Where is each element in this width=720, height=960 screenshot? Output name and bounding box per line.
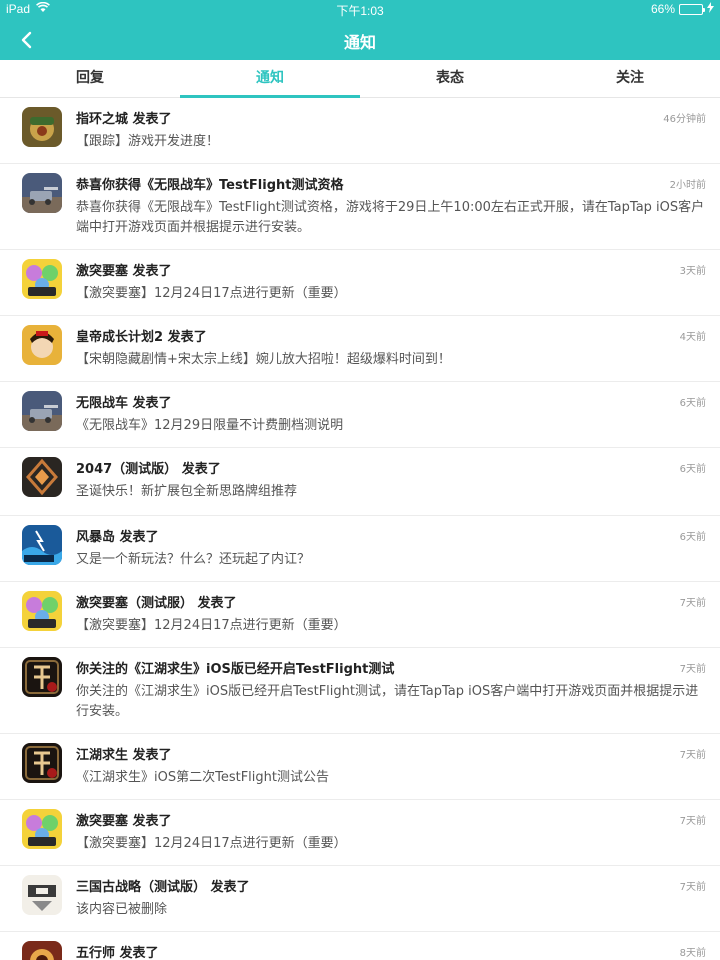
notification-title: 风暴岛 发表了 (76, 530, 159, 545)
notification-item[interactable]: 无限战车 发表了 6天前 《无限战车》12月29日限量不计费删档测说明 (0, 382, 720, 448)
notification-item[interactable]: 2047（测试版） 发表了 6天前 圣诞快乐！新扩展包全新思路牌组推荐 (0, 448, 720, 516)
infinite-tank-game-icon (22, 173, 62, 213)
tab-notifications[interactable]: 通知 (180, 60, 360, 98)
notification-time: 7天前 (679, 750, 706, 761)
page-title: 通知 (343, 33, 376, 52)
notification-body: 圣诞快乐！新扩展包全新思路牌组推荐 (76, 484, 298, 499)
notification-item[interactable]: 皇帝成长计划2 发表了 4天前 【宋朝隐藏剧情+宋太宗上线】婉儿放大招啦！超级爆… (0, 316, 720, 382)
notification-item[interactable]: 激突要塞 发表了 3天前 【激突要塞】12月24日17点进行更新（重要） (0, 250, 720, 316)
notification-body: 【激突要塞】12月24日17点进行更新（重要） (76, 618, 347, 633)
notification-body: 《无限战车》12月29日限量不计费删档测说明 (76, 418, 344, 433)
notification-body: 该内容已被删除 (76, 902, 168, 917)
notification-time: 4天前 (679, 332, 706, 343)
notification-time: 8天前 (679, 948, 706, 959)
notification-time: 6天前 (679, 532, 706, 543)
tab-following[interactable]: 关注 (540, 60, 720, 97)
jianghu-survival-game-icon (22, 743, 62, 783)
notification-item[interactable]: 激突要塞 发表了 7天前 【激突要塞】12月24日17点进行更新（重要） (0, 800, 720, 866)
status-bar: iPad 下午1:03 66% (0, 0, 720, 20)
notification-item[interactable]: 三国古战略（测试版） 发表了 7天前 该内容已被删除 (0, 866, 720, 932)
notification-body: 又是一个新玩法？什么？还玩起了内讧？ (76, 552, 311, 567)
gekitotsu-fortress-game-icon (22, 809, 62, 849)
notification-item[interactable]: 五行师 发表了 8天前 (0, 932, 720, 960)
emperor-growth-game-icon (22, 325, 62, 365)
notification-title: 江湖求生 发表了 (76, 748, 172, 763)
notification-title: 恭喜你获得《无限战车》TestFlight测试资格 (76, 178, 344, 193)
navigation-bar: 通知 (0, 20, 720, 60)
notification-body: 【激突要塞】12月24日17点进行更新（重要） (76, 286, 347, 301)
notification-item[interactable]: 风暴岛 发表了 6天前 又是一个新玩法？什么？还玩起了内讧？ (0, 516, 720, 582)
notification-title: 激突要塞 发表了 (76, 264, 172, 279)
infinite-tank-game-icon (22, 391, 62, 431)
notification-body: 恭喜你获得《无限战车》TestFlight测试资格，游戏将于29日上午10:00… (76, 200, 705, 235)
notification-body: 【激突要塞】12月24日17点进行更新（重要） (76, 836, 347, 851)
notification-title: 指环之城 发表了 (76, 112, 172, 127)
notification-body: 《江湖求生》iOS第二次TestFlight测试公告 (76, 770, 329, 785)
three-kingdoms-game-icon (22, 875, 62, 915)
notification-title: 三国古战略（测试版） 发表了 (76, 880, 250, 895)
notification-list: 指环之城 发表了 46分钟前 【跟踪】游戏开发进度！ 恭喜你获得《无限战车》Te… (0, 98, 720, 960)
gekitotsu-fortress-game-icon (22, 259, 62, 299)
notification-title: 你关注的《江湖求生》iOS版已经开启TestFlight测试 (76, 662, 395, 677)
notification-time: 6天前 (679, 464, 706, 475)
notification-item[interactable]: 恭喜你获得《无限战车》TestFlight测试资格 2小时前 恭喜你获得《无限战… (0, 164, 720, 250)
notification-item[interactable]: 指环之城 发表了 46分钟前 【跟踪】游戏开发进度！ (0, 98, 720, 164)
notification-title: 无限战车 发表了 (76, 396, 172, 411)
battery-percent: 66% (650, 2, 675, 16)
tab-reactions[interactable]: 表态 (360, 60, 540, 97)
notification-body: 【跟踪】游戏开发进度！ (76, 134, 220, 149)
notification-time: 7天前 (679, 882, 706, 893)
notification-time: 7天前 (679, 664, 706, 675)
charging-icon (707, 2, 714, 16)
game-2047-icon (22, 457, 62, 497)
notification-title: 皇帝成长计划2 发表了 (76, 330, 207, 345)
notification-time: 2小时前 (669, 180, 706, 191)
gekitotsu-fortress-game-icon (22, 591, 62, 631)
jianghu-survival-game-icon (22, 657, 62, 697)
notification-body: 【宋朝隐藏剧情+宋太宗上线】婉儿放大招啦！超级爆料时间到！ (76, 352, 451, 367)
clock: 下午1:03 (336, 4, 384, 18)
notification-item[interactable]: 你关注的《江湖求生》iOS版已经开启TestFlight测试 7天前 你关注的《… (0, 648, 720, 734)
storm-island-game-icon (22, 525, 62, 565)
notification-time: 6天前 (679, 398, 706, 409)
notification-body: 你关注的《江湖求生》iOS版已经开启TestFlight测试，请在TapTap … (76, 684, 699, 719)
notification-item[interactable]: 激突要塞（测试服） 发表了 7天前 【激突要塞】12月24日17点进行更新（重要… (0, 582, 720, 648)
notification-title: 激突要塞（测试服） 发表了 (76, 596, 237, 611)
notification-item[interactable]: 江湖求生 发表了 7天前 《江湖求生》iOS第二次TestFlight测试公告 (0, 734, 720, 800)
notification-title: 五行师 发表了 (76, 946, 159, 960)
tab-replies[interactable]: 回复 (0, 60, 180, 97)
tab-bar: 回复 通知 表态 关注 (0, 60, 720, 98)
notification-time: 3天前 (679, 266, 706, 277)
notification-title: 激突要塞 发表了 (76, 814, 172, 829)
notification-time: 46分钟前 (663, 114, 706, 125)
notification-time: 7天前 (679, 816, 706, 827)
battery-icon (679, 3, 705, 15)
wuxing-master-game-icon (22, 941, 62, 960)
notification-title: 2047（测试版） 发表了 (76, 462, 221, 477)
notification-time: 7天前 (679, 598, 706, 609)
ring-city-game-icon (22, 107, 62, 147)
